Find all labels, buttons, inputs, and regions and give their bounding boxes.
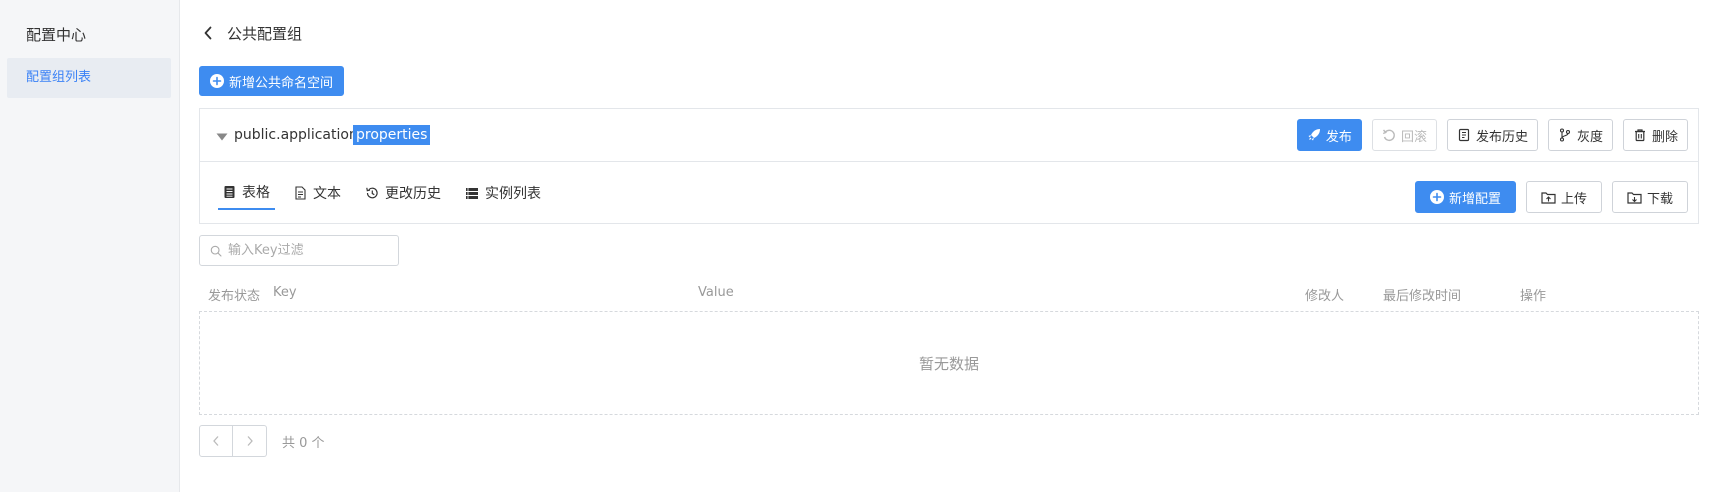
sidebar: 配置中心 配置组列表: [0, 0, 180, 492]
tab-instance-list-label: 实例列表: [485, 186, 541, 202]
trash-icon: [1634, 129, 1645, 142]
upload-button[interactable]: 上传: [1525, 181, 1602, 213]
delete-label: 删除: [1651, 129, 1678, 145]
chevron-left-icon: [213, 436, 219, 446]
pagination: 共 0 个: [199, 425, 325, 457]
instance-list-icon: [466, 187, 478, 199]
search-icon: [210, 245, 222, 257]
add-config-button[interactable]: 新增配置: [1414, 181, 1516, 213]
namespace-format-badge: properties: [353, 125, 431, 145]
rollback-label: 回滚: [1400, 129, 1427, 145]
pagination-total: 共 0 个: [282, 435, 325, 451]
namespace-header: public.application properties 发布 回滚 发布历史: [200, 109, 1698, 162]
app-root: 配置中心 配置组列表 公共配置组 新增公共命名空间 public.applica…: [0, 0, 1715, 492]
folder-upload-icon: [1541, 191, 1556, 204]
document-history-icon: [1458, 128, 1470, 142]
gray-release-button[interactable]: 灰度: [1547, 119, 1613, 151]
prev-page-button[interactable]: [199, 425, 233, 457]
history-icon: [366, 187, 378, 199]
page-header: 公共配置组: [198, 20, 302, 46]
tab-table-label: 表格: [242, 185, 270, 201]
publish-button[interactable]: 发布: [1296, 119, 1362, 151]
tab-instance-list[interactable]: 实例列表: [460, 176, 546, 210]
back-arrow-icon[interactable]: [198, 23, 218, 43]
gray-release-label: 灰度: [1576, 129, 1603, 145]
view-tabs: 表格 文本 更改历史 实例列表: [218, 176, 560, 210]
tab-change-history[interactable]: 更改历史: [360, 176, 446, 210]
add-public-namespace-button[interactable]: 新增公共命名空间: [199, 66, 345, 96]
tab-text[interactable]: 文本: [289, 176, 346, 210]
download-label: 下载: [1646, 191, 1673, 207]
download-button[interactable]: 下载: [1611, 181, 1688, 213]
table-header: 发布状态 Key Value 修改人 最后修改时间 操作: [199, 281, 1699, 309]
add-public-namespace-label: 新增公共命名空间: [229, 75, 334, 91]
rocket-icon: [1308, 129, 1320, 141]
publish-label: 发布: [1325, 129, 1352, 145]
delete-button[interactable]: 删除: [1622, 119, 1688, 151]
key-filter-input[interactable]: [228, 243, 398, 258]
tab-text-label: 文本: [313, 186, 341, 202]
tab-change-history-label: 更改历史: [385, 186, 441, 202]
add-config-label: 新增配置: [1448, 191, 1501, 207]
page-title: 公共配置组: [227, 24, 303, 43]
plus-circle-icon: [1429, 190, 1444, 204]
file-text-icon: [295, 186, 306, 200]
next-page-button[interactable]: [233, 425, 267, 457]
undo-icon: [1382, 129, 1395, 142]
upload-label: 上传: [1560, 191, 1587, 207]
publish-history-button[interactable]: 发布历史: [1446, 119, 1538, 151]
folder-download-icon: [1627, 191, 1642, 204]
column-publish-status: 发布状态: [208, 289, 261, 304]
column-value: Value: [698, 285, 734, 300]
table-body: 暂无数据: [199, 311, 1699, 415]
rollback-button[interactable]: 回滚: [1371, 119, 1437, 151]
main-content: 公共配置组 新增公共命名空间 public.application proper…: [180, 0, 1715, 492]
table-icon: [224, 186, 235, 198]
branch-icon: [1559, 128, 1571, 142]
key-filter: [199, 235, 399, 266]
empty-state-text: 暂无数据: [918, 354, 979, 373]
caret-down-icon[interactable]: [216, 130, 228, 145]
sidebar-title: 配置中心: [26, 26, 87, 44]
namespace-tabs-bar: 表格 文本 更改历史 实例列表 新增配置 上传 下载: [200, 162, 1698, 224]
plus-circle-icon: [210, 74, 224, 88]
column-actions: 操作: [1520, 289, 1547, 304]
namespace-panel: public.application properties 发布 回滚 发布历史: [199, 108, 1699, 224]
chevron-right-icon: [247, 436, 253, 446]
column-last-modified-time: 最后修改时间: [1383, 289, 1462, 304]
tab-table[interactable]: 表格: [218, 176, 275, 210]
sidebar-item-config-group-list[interactable]: 配置组列表: [7, 58, 171, 98]
namespace-actions: 发布 回滚 发布历史 灰度 删除: [1296, 119, 1688, 151]
namespace-name: public.application: [234, 127, 358, 143]
column-key: Key: [273, 285, 297, 300]
publish-history-label: 发布历史: [1475, 129, 1528, 145]
config-actions: 新增配置 上传 下载: [1414, 181, 1688, 213]
column-modifier: 修改人: [1305, 289, 1345, 304]
